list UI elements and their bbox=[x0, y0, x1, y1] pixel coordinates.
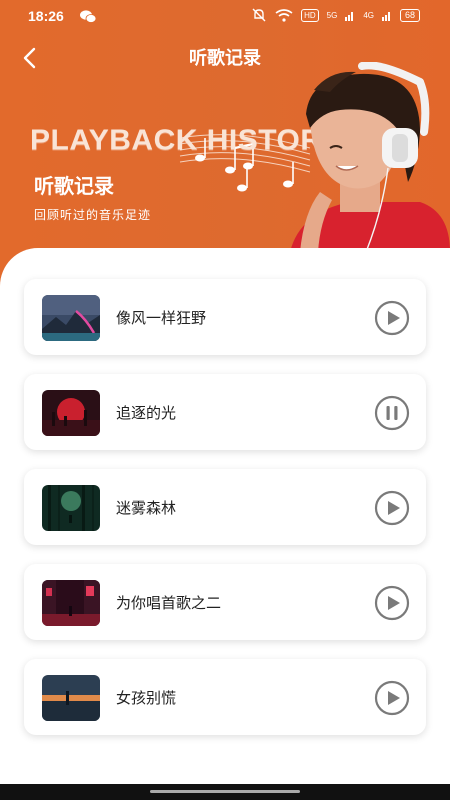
signal-bars-icon-2 bbox=[381, 11, 390, 21]
home-indicator[interactable] bbox=[150, 790, 300, 793]
signal-bars-icon bbox=[345, 11, 354, 21]
play-icon-5[interactable] bbox=[374, 680, 410, 716]
wechat-icon bbox=[80, 10, 96, 23]
play-icon-4[interactable] bbox=[374, 585, 410, 621]
listener-illustration bbox=[290, 62, 450, 252]
song-title-4: 为你唱首歌之二 bbox=[116, 594, 222, 612]
navigation-bar bbox=[0, 784, 450, 800]
album-cover-4 bbox=[42, 580, 100, 626]
song-title-5: 女孩别慌 bbox=[116, 689, 177, 707]
album-cover-3 bbox=[42, 485, 100, 531]
album-cover-5 bbox=[42, 675, 100, 721]
banner-title: 听歌记录 bbox=[34, 174, 114, 198]
album-cover-2 bbox=[42, 390, 100, 436]
pause-icon-2[interactable] bbox=[374, 395, 410, 431]
banner-subtitle: 回顾听过的音乐足迹 bbox=[34, 208, 152, 222]
battery-indicator: 68 bbox=[399, 8, 420, 22]
status-bar: 18:26 HD 5G 4G 68 bbox=[0, 0, 450, 34]
album-cover-1 bbox=[42, 295, 100, 341]
hd-badge: HD bbox=[301, 8, 319, 22]
song-title-3: 迷雾森林 bbox=[116, 499, 177, 517]
song-card-4[interactable]: 为你唱首歌之二 bbox=[24, 564, 426, 640]
status-time: 18:26 bbox=[28, 8, 64, 24]
song-card-5[interactable]: 女孩别慌 bbox=[24, 659, 426, 735]
song-card-2[interactable]: 追逐的光 bbox=[24, 374, 426, 450]
play-icon-1[interactable] bbox=[374, 300, 410, 336]
wifi-icon bbox=[275, 8, 293, 22]
signal-5g: 5G bbox=[326, 10, 338, 20]
song-title-1: 像风一样狂野 bbox=[116, 309, 207, 327]
mute-bell-icon bbox=[252, 8, 266, 22]
song-card-3[interactable]: 迷雾森林 bbox=[24, 469, 426, 545]
hero-banner: 18:26 HD 5G 4G 68 听歌记录 PLAYBACK HISTORY … bbox=[0, 0, 450, 290]
signal-4g: 4G bbox=[363, 10, 374, 20]
song-title-2: 追逐的光 bbox=[116, 404, 177, 422]
song-card-1[interactable]: 像风一样狂野 bbox=[24, 279, 426, 355]
play-icon-3[interactable] bbox=[374, 490, 410, 526]
